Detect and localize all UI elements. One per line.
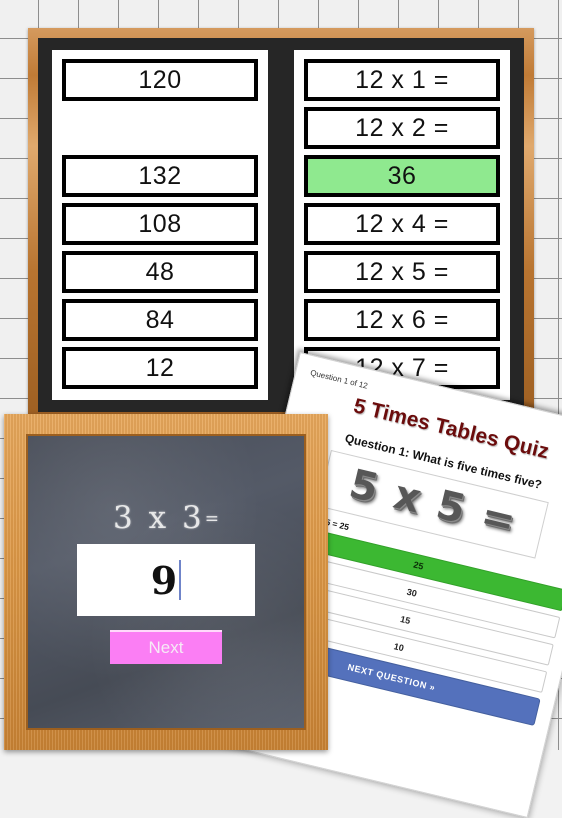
question-row[interactable]: 12 x 5 =: [304, 251, 500, 293]
times-tables-board: 120 132 108 48 84 12 12 x 1 = 12 x 2 = 36 12 x 4…: [28, 28, 534, 422]
answers-column: 120 132 108 48 84 12: [52, 50, 268, 400]
chalkboard-sum-text: 3 x 3: [113, 500, 205, 536]
answer-row[interactable]: 132: [62, 155, 258, 197]
answer-input-value: 9: [150, 557, 178, 603]
question-row[interactable]: 12 x 1 =: [304, 59, 500, 101]
quiz-option-label: 30: [405, 586, 418, 599]
question-row[interactable]: 36: [304, 155, 500, 197]
text-caret: [179, 560, 182, 600]
answer-row[interactable]: 108: [62, 203, 258, 245]
answer-row[interactable]: 84: [62, 299, 258, 341]
answer-row[interactable]: 120: [62, 59, 258, 101]
quiz-option-label: 15: [399, 613, 412, 627]
question-label: 12 x 2 =: [355, 113, 449, 142]
chalkboard-frame: 3 x 3= 9 Next: [4, 414, 328, 750]
answer-blank-row: [62, 107, 258, 149]
question-label: 12 x 1 =: [355, 65, 449, 94]
question-row[interactable]: 12 x 6 =: [304, 299, 500, 341]
answer-row[interactable]: 48: [62, 251, 258, 293]
question-row[interactable]: 12 x 4 =: [304, 203, 500, 245]
answer-label: 84: [145, 305, 175, 334]
answer-label: 48: [145, 257, 175, 286]
question-label: 36: [387, 161, 417, 190]
chalkboard-sum: 3 x 3=: [113, 500, 219, 536]
question-label: 12 x 4 =: [355, 209, 449, 238]
questions-column: 12 x 1 = 12 x 2 = 36 12 x 4 = 12 x 5 = 12 x 6…: [294, 50, 510, 400]
answer-label: 132: [138, 161, 182, 190]
answer-label: 120: [138, 65, 182, 94]
times-tables-board-inner: 120 132 108 48 84 12 12 x 1 = 12 x 2 = 36 12 x 4…: [38, 38, 524, 412]
answer-label: 108: [138, 209, 182, 238]
answer-input[interactable]: 9: [77, 544, 255, 616]
quiz-option-label: 25: [412, 559, 425, 572]
answer-label: 12: [145, 353, 175, 382]
answer-row[interactable]: 12: [62, 347, 258, 389]
chalkboard-next-button[interactable]: Next: [110, 630, 222, 664]
chalkboard-equals-sign: =: [204, 509, 219, 529]
question-row[interactable]: 12 x 2 =: [304, 107, 500, 149]
question-label: 12 x 5 =: [355, 257, 449, 286]
question-label: 12 x 6 =: [355, 305, 449, 334]
quiz-option-label: 10: [392, 641, 405, 654]
chalkboard-surface: 3 x 3= 9 Next: [26, 434, 306, 730]
